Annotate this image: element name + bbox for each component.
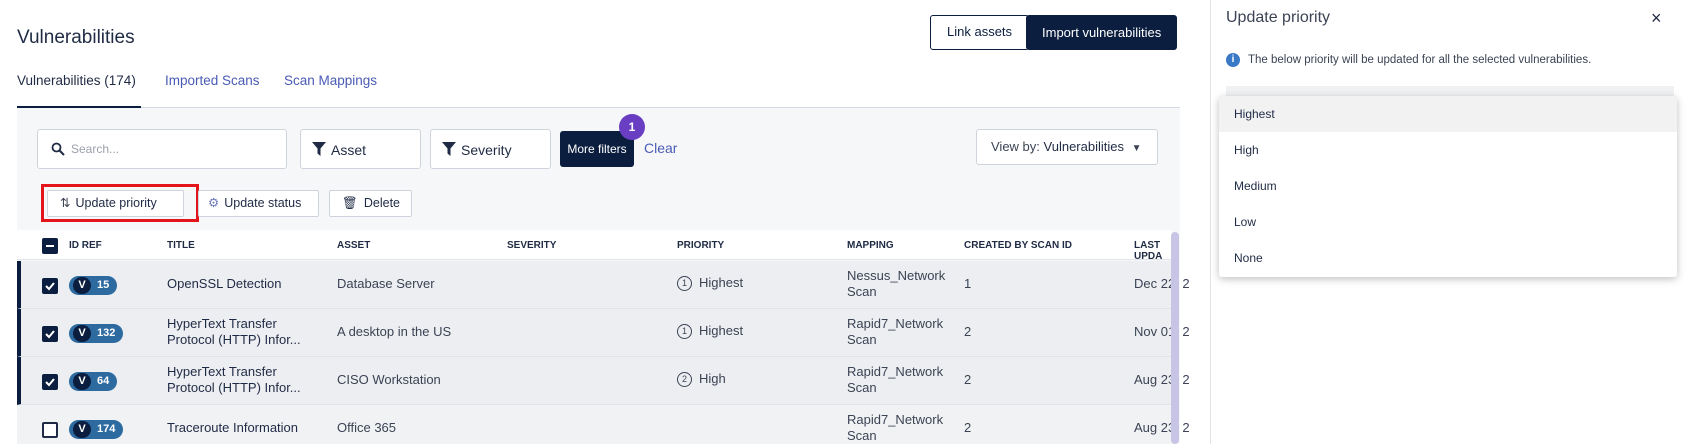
page-title: Vulnerabilities	[17, 27, 135, 48]
mapping-cell: Nessus_Network Scan	[847, 268, 946, 299]
close-icon[interactable]: ×	[1651, 8, 1662, 29]
col-last-updated[interactable]: LAST UPDA	[1134, 240, 1172, 262]
asset-filter[interactable]: Asset	[300, 129, 421, 169]
row-checkbox[interactable]	[42, 374, 58, 390]
priority-rank-icon: 1	[677, 276, 692, 292]
id-ref-pill[interactable]: V 132	[69, 324, 124, 343]
priority-cell: 2 High	[677, 371, 726, 388]
priority-cell: 1 Highest	[677, 323, 743, 340]
last-updated-cell: Nov 01, 2	[1134, 324, 1190, 339]
table-row[interactable]: V 15 OpenSSL Detection Database Server 1 High…	[17, 261, 1190, 309]
main-content: Vulnerabilities Link assets Import vulne…	[0, 0, 1210, 444]
asset-cell: Database Server	[337, 276, 435, 291]
delete-button[interactable]: 🗑 Delete	[329, 190, 412, 217]
tab-bar: Vulnerabilities (174) Imported Scans Sca…	[17, 72, 1180, 108]
mapping-cell: Rapid7_Network Scan	[847, 364, 944, 395]
col-created-by-scan-id[interactable]: CREATED BY SCAN ID	[964, 240, 1072, 251]
info-message: i The below priority will be updated for …	[1226, 53, 1591, 67]
info-icon: i	[1226, 53, 1240, 67]
scan-id-cell: 2	[964, 372, 972, 387]
filter-icon	[312, 142, 326, 156]
last-updated-cell: Aug 23, 2	[1134, 420, 1190, 435]
tab-imported-scans[interactable]: Imported Scans	[165, 72, 260, 108]
priority-rank-icon: 2	[677, 372, 692, 388]
tab-vulnerabilities[interactable]: Vulnerabilities (174)	[17, 72, 141, 108]
table-row[interactable]: V 174 Traceroute Information Office 365 Rapi…	[17, 405, 1190, 444]
view-by-select[interactable]: View by: Vulnerabilities ▼	[976, 129, 1158, 165]
search-icon	[51, 142, 65, 156]
table-header: ID REF TITLE ASSET SEVERITY PRIORITY MAP…	[17, 230, 1172, 262]
vulnerabilities-card: Search... Asset Severity More filters 1 …	[17, 108, 1190, 444]
table-row[interactable]: V 132 HyperText Transfer Protocol (HTTP) In…	[17, 309, 1190, 357]
priority-option-none[interactable]: None	[1219, 240, 1677, 276]
clear-filters-link[interactable]: Clear	[644, 140, 677, 156]
row-checkbox[interactable]	[42, 422, 58, 438]
priority-option-medium[interactable]: Medium	[1219, 168, 1677, 204]
mapping-cell: Rapid7_Network Scan	[847, 316, 944, 347]
filter-count-badge: 1	[619, 114, 645, 140]
scan-id-cell: 2	[964, 324, 972, 339]
filter-icon	[442, 142, 456, 156]
col-severity[interactable]: SEVERITY	[507, 240, 556, 251]
severity-filter[interactable]: Severity	[430, 129, 551, 169]
title-cell[interactable]: Traceroute Information	[167, 420, 298, 436]
title-cell[interactable]: HyperText Transfer Protocol (HTTP) Infor.…	[167, 364, 301, 396]
priority-rank-icon: 1	[677, 324, 692, 340]
update-status-button[interactable]: ⚙ Update status	[198, 190, 319, 217]
chevron-down-icon: ▼	[1131, 143, 1142, 154]
asset-filter-label: Asset	[331, 142, 367, 158]
gears-icon: ⚙	[208, 196, 220, 210]
priority-dropdown: Highest High Medium Low None	[1219, 96, 1677, 277]
row-checkbox[interactable]	[42, 278, 58, 294]
search-placeholder: Search...	[71, 142, 120, 156]
table-row[interactable]: V 64 HyperText Transfer Protocol (HTTP) Inf…	[17, 357, 1190, 405]
title-cell[interactable]: OpenSSL Detection	[167, 276, 281, 292]
priority-option-highest[interactable]: Highest	[1219, 96, 1677, 132]
view-by-value: Vulnerabilities	[1043, 139, 1124, 154]
asset-cell: A desktop in the US	[337, 324, 452, 339]
col-priority[interactable]: PRIORITY	[677, 240, 724, 251]
import-vulnerabilities-button[interactable]: Import vulnerabilities	[1026, 15, 1178, 50]
last-updated-cell: Dec 22, 2	[1134, 276, 1190, 291]
scan-id-cell: 2	[964, 420, 972, 435]
asset-cell: Office 365	[337, 420, 397, 435]
id-ref-pill[interactable]: V 15	[69, 276, 118, 295]
col-id-ref[interactable]: ID REF	[69, 240, 102, 251]
select-all-checkbox[interactable]	[42, 238, 58, 254]
col-title[interactable]: TITLE	[167, 240, 195, 251]
last-updated-cell: Aug 23, 2	[1134, 372, 1190, 387]
id-ref-pill[interactable]: V 64	[69, 372, 118, 391]
asset-cell: CISO Workstation	[337, 372, 441, 387]
title-cell[interactable]: HyperText Transfer Protocol (HTTP) Infor.…	[167, 316, 301, 348]
severity-filter-label: Severity	[461, 142, 512, 158]
view-by-label: View by:	[991, 139, 1040, 154]
id-ref-pill[interactable]: V 174	[69, 420, 124, 439]
panel-title: Update priority	[1226, 9, 1331, 26]
update-priority-panel: Update priority × i The below priority wi…	[1210, 0, 1686, 444]
priority-option-high[interactable]: High	[1219, 132, 1677, 168]
col-asset[interactable]: ASSET	[337, 240, 370, 251]
search-input[interactable]: Search...	[37, 129, 287, 169]
table-scrollbar[interactable]	[1171, 232, 1179, 444]
priority-option-low[interactable]: Low	[1219, 204, 1677, 240]
trash-icon: 🗑	[342, 196, 358, 210]
mapping-cell: Rapid7_Network Scan	[847, 412, 944, 443]
link-assets-button[interactable]: Link assets	[930, 15, 1030, 50]
tab-scan-mappings[interactable]: Scan Mappings	[284, 72, 377, 108]
row-checkbox[interactable]	[42, 326, 58, 342]
col-mapping[interactable]: MAPPING	[847, 240, 894, 251]
priority-cell: 1 Highest	[677, 275, 743, 292]
highlight-box	[41, 184, 199, 222]
scan-id-cell: 1	[964, 276, 972, 291]
